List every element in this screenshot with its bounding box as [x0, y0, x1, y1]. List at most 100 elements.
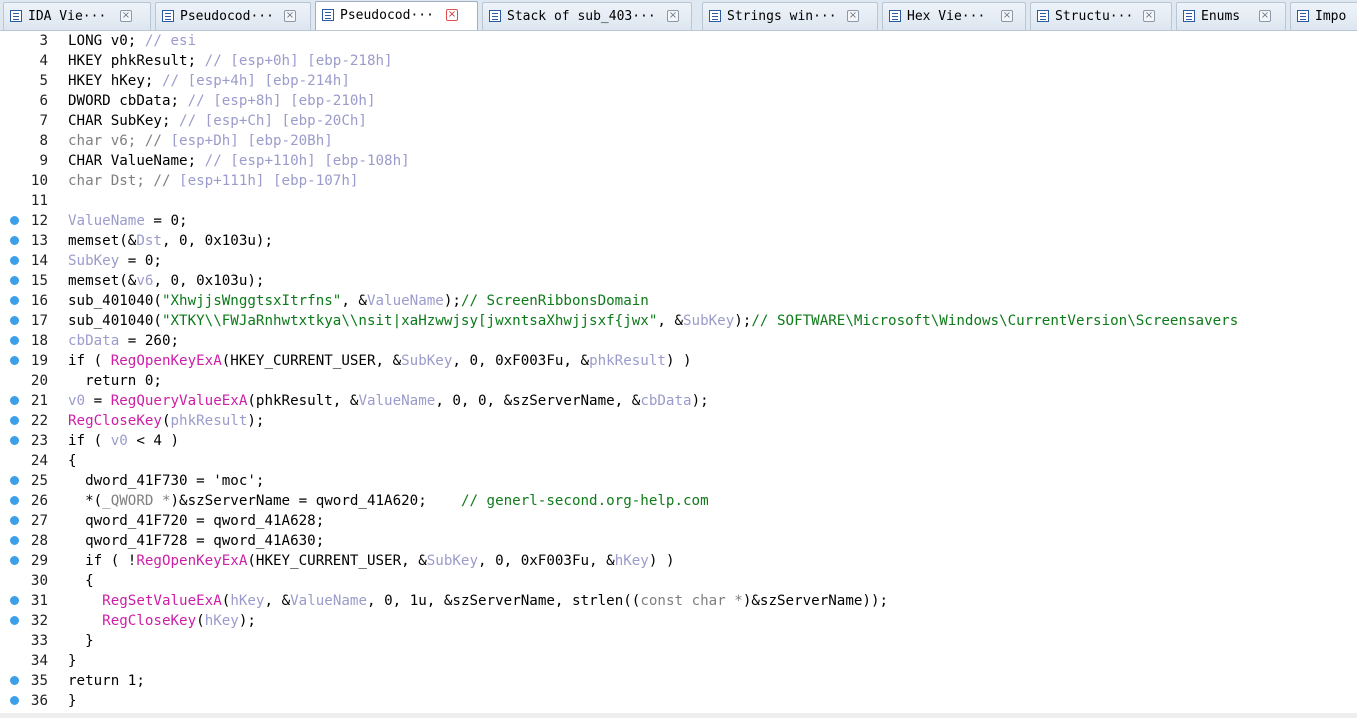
code-text[interactable]: DWORD cbData; // [esp+8h] [ebp-210h] [68, 91, 376, 111]
code-token[interactable]: ); [692, 393, 709, 409]
code-token[interactable] [68, 593, 102, 609]
code-token[interactable]: Dst [136, 233, 162, 249]
code-text[interactable]: sub_401040("XTKY\\FWJaRnhwtxtkya\\nsit|x… [68, 311, 1238, 331]
code-token[interactable]: hKey [230, 593, 264, 609]
code-token[interactable]: *( [68, 493, 102, 509]
code-token[interactable]: = 260; [119, 333, 179, 349]
breakpoint-marker[interactable] [10, 476, 19, 485]
code-token[interactable]: // [esp+8h] [ebp-210h] [188, 93, 376, 109]
code-token[interactable]: , 0, 0xF003Fu, & [478, 553, 615, 569]
code-token[interactable]: = 0; [145, 213, 187, 229]
breakpoint-marker[interactable] [10, 616, 19, 625]
breakpoint-marker[interactable] [10, 696, 19, 705]
code-token[interactable]: , 0, 0x103u); [153, 273, 264, 289]
code-token[interactable]: cbData [68, 333, 119, 349]
code-token[interactable]: = [85, 393, 111, 409]
code-token[interactable]: RegCloseKey [102, 613, 196, 629]
code-token[interactable]: // esi [145, 33, 196, 49]
code-token[interactable]: [esp+111h] [ebp-107h] [179, 173, 358, 189]
code-token[interactable]: , & [264, 593, 290, 609]
code-token[interactable]: qword_41F720 = qword_41A628; [68, 513, 324, 529]
code-token[interactable]: { [68, 453, 77, 469]
code-text[interactable]: char v6; // [esp+Dh] [ebp-20Bh] [68, 131, 333, 151]
code-line[interactable]: 35 return 1; [0, 671, 1357, 691]
code-text[interactable]: cbData = 260; [68, 331, 179, 351]
code-line[interactable]: 4 HKEY phkResult; // [esp+0h] [ebp-218h] [0, 51, 1357, 71]
code-text[interactable]: ValueName = 0; [68, 211, 188, 231]
code-line[interactable]: 25 dword_41F730 = 'moc'; [0, 471, 1357, 491]
code-token[interactable]: ) ) [666, 353, 692, 369]
code-token[interactable]: CHAR SubKey; [68, 113, 179, 129]
code-token[interactable]: (phkResult, & [247, 393, 358, 409]
code-text[interactable]: } [68, 651, 77, 671]
close-icon[interactable]: × [1259, 10, 1271, 22]
close-icon[interactable]: × [847, 10, 859, 22]
code-token[interactable]: hKey [205, 613, 239, 629]
code-token[interactable]: [esp+Dh] [ebp-20Bh] [171, 133, 333, 149]
code-line[interactable]: 17 sub_401040("XTKY\\FWJaRnhwtxtkya\\nsit… [0, 311, 1357, 331]
code-token[interactable]: ); [239, 613, 256, 629]
code-token[interactable]: ( [162, 413, 171, 429]
breakpoint-marker[interactable] [10, 216, 19, 225]
code-text[interactable]: memset(&v6, 0, 0x103u); [68, 271, 264, 291]
code-text[interactable]: SubKey = 0; [68, 251, 162, 271]
code-token[interactable]: if ( [68, 433, 111, 449]
tab-pseudocode-b[interactable]: Pseudocod··· × [315, 1, 478, 30]
code-token[interactable]: < 4 ) [128, 433, 179, 449]
code-line[interactable]: 22 RegCloseKey(phkResult); [0, 411, 1357, 431]
code-line[interactable]: 16 sub_401040("XhwjjsWnggtsxItrfns", &Val… [0, 291, 1357, 311]
code-line[interactable]: 8 char v6; // [esp+Dh] [ebp-20Bh] [0, 131, 1357, 151]
code-token[interactable]: , 0, 1u, &szServerName, strlen(( [367, 593, 640, 609]
code-token[interactable]: "XhwjjsWnggtsxItrfns" [162, 293, 341, 309]
tab-imports[interactable]: Impo [1290, 2, 1357, 30]
code-token[interactable]: phkResult [589, 353, 666, 369]
code-token[interactable]: RegSetValueExA [102, 593, 222, 609]
pseudocode-editor[interactable]: 3 LONG v0; // esi 4 HKEY phkResult; // [esp… [0, 31, 1357, 718]
tab-stack-of-sub[interactable]: Stack of sub_403··· × [482, 2, 692, 30]
code-line[interactable]: 26 *(_QWORD *)&szServerName = qword_41A6… [0, 491, 1357, 511]
code-token[interactable]: qword_41F728 = qword_41A630; [68, 533, 324, 549]
code-token[interactable]: v6 [136, 273, 153, 289]
code-token[interactable]: _QWORD * [102, 493, 170, 509]
code-line[interactable]: 28 qword_41F728 = qword_41A630; [0, 531, 1357, 551]
code-line[interactable]: 34} [0, 651, 1357, 671]
code-line[interactable]: 13 memset(&Dst, 0, 0x103u); [0, 231, 1357, 251]
code-line[interactable]: 36} [0, 691, 1357, 711]
close-icon[interactable]: × [1143, 10, 1155, 22]
code-token[interactable]: } [68, 693, 77, 709]
code-token[interactable]: RegCloseKey [68, 413, 162, 429]
code-line[interactable]: 14 SubKey = 0; [0, 251, 1357, 271]
code-token[interactable]: ); [247, 413, 264, 429]
code-line[interactable]: 32 RegCloseKey(hKey); [0, 611, 1357, 631]
code-token[interactable]: )&szServerName)); [743, 593, 888, 609]
code-token[interactable]: const char * [640, 593, 743, 609]
code-token[interactable]: // [esp+110h] [ebp-108h] [205, 153, 410, 169]
code-token[interactable]: ); [734, 313, 751, 329]
code-token[interactable]: return 0; [68, 373, 162, 389]
breakpoint-marker[interactable] [10, 256, 19, 265]
code-token[interactable]: if ( [68, 353, 111, 369]
code-token[interactable] [68, 613, 102, 629]
code-line[interactable]: 10 char Dst; // [esp+111h] [ebp-107h] [0, 171, 1357, 191]
breakpoint-marker[interactable] [10, 316, 19, 325]
code-token[interactable]: RegOpenKeyExA [136, 553, 247, 569]
tab-hex-view[interactable]: Hex Vie··· × [882, 2, 1026, 30]
code-token[interactable]: DWORD cbData; [68, 93, 188, 109]
code-text[interactable]: } [68, 631, 94, 651]
code-line[interactable]: 5 HKEY hKey; // [esp+4h] [ebp-214h] [0, 71, 1357, 91]
code-token[interactable]: , 0, 0, &szServerName, & [435, 393, 640, 409]
code-token[interactable]: char Dst; // [68, 173, 179, 189]
code-token[interactable]: HKEY phkResult; [68, 53, 205, 69]
breakpoint-marker[interactable] [10, 276, 19, 285]
code-token[interactable]: char v6; // [68, 133, 171, 149]
code-text[interactable]: sub_401040("XhwjjsWnggtsxItrfns", &Value… [68, 291, 649, 311]
close-icon[interactable]: × [284, 10, 296, 22]
code-line[interactable]: 33 } [0, 631, 1357, 651]
code-text[interactable]: *(_QWORD *)&szServerName = qword_41A620;… [68, 491, 709, 511]
code-text[interactable]: return 1; [68, 671, 145, 691]
code-token[interactable]: if ( ! [68, 553, 136, 569]
code-text[interactable]: v0 = RegQueryValueExA(phkResult, &ValueN… [68, 391, 709, 411]
tab-enums[interactable]: Enums × [1176, 2, 1286, 30]
code-token[interactable]: memset(& [68, 273, 136, 289]
code-token[interactable]: ( [196, 613, 205, 629]
